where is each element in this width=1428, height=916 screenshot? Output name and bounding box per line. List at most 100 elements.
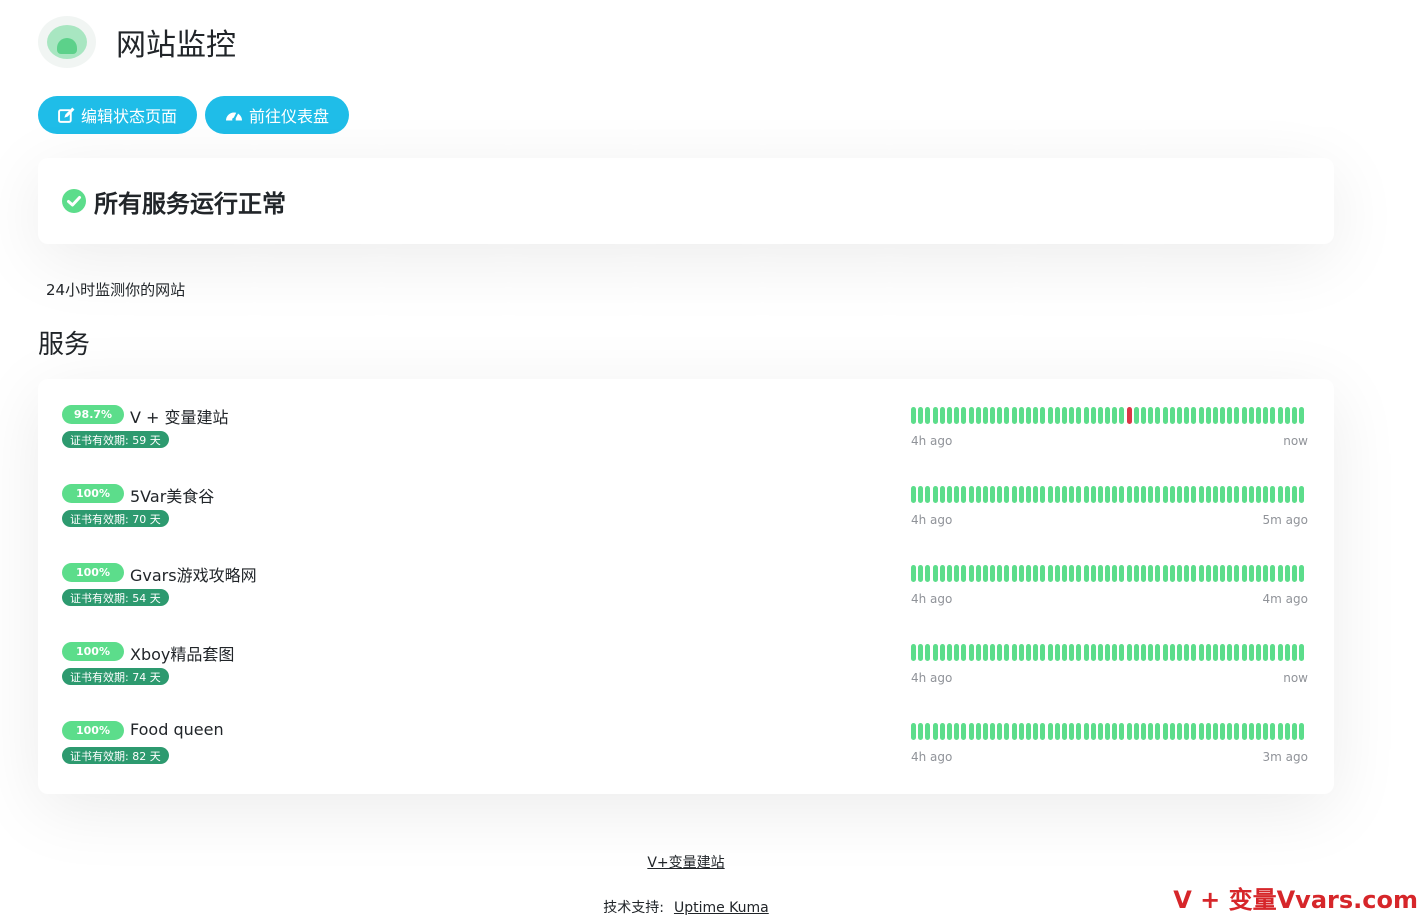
heartbeat-up[interactable] — [1018, 565, 1024, 582]
heartbeat-up[interactable] — [1184, 723, 1190, 740]
heartbeat-up[interactable] — [1162, 644, 1168, 661]
heartbeat-up[interactable] — [1241, 723, 1247, 740]
heartbeat-up[interactable] — [932, 407, 938, 424]
heartbeat-up[interactable] — [968, 486, 974, 503]
heartbeat-up[interactable] — [1047, 407, 1053, 424]
heartbeat-up[interactable] — [1011, 486, 1017, 503]
heartbeat-up[interactable] — [961, 407, 967, 424]
heartbeat-up[interactable] — [1198, 723, 1204, 740]
heartbeat-up[interactable] — [1227, 565, 1233, 582]
heartbeat-up[interactable] — [1191, 723, 1197, 740]
heartbeat-up[interactable] — [961, 723, 967, 740]
heartbeat-up[interactable] — [1090, 723, 1096, 740]
heartbeat-up[interactable] — [911, 486, 916, 503]
heartbeat-up[interactable] — [1169, 723, 1175, 740]
heartbeat-up[interactable] — [1069, 486, 1075, 503]
heartbeat-up[interactable] — [1277, 486, 1283, 503]
heartbeat-up[interactable] — [1263, 565, 1269, 582]
uptime-kuma-link[interactable]: Uptime Kuma — [674, 900, 769, 916]
heartbeat-up[interactable] — [1119, 644, 1125, 661]
heartbeat-up[interactable] — [1047, 565, 1053, 582]
heartbeat-up[interactable] — [997, 486, 1003, 503]
heartbeat-up[interactable] — [1248, 565, 1254, 582]
heartbeat-up[interactable] — [911, 407, 916, 424]
heartbeat-up[interactable] — [1198, 644, 1204, 661]
heartbeat-up[interactable] — [1169, 486, 1175, 503]
heartbeat-up[interactable] — [911, 723, 916, 740]
heartbeat-up[interactable] — [1033, 644, 1039, 661]
heartbeat-up[interactable] — [1018, 723, 1024, 740]
heartbeat-up[interactable] — [954, 486, 960, 503]
heartbeat-up[interactable] — [1234, 486, 1240, 503]
heartbeat-up[interactable] — [1291, 723, 1297, 740]
heartbeat-up[interactable] — [1097, 407, 1103, 424]
heartbeat-up[interactable] — [1040, 486, 1046, 503]
heartbeat-up[interactable] — [946, 723, 952, 740]
heartbeat-up[interactable] — [1220, 407, 1226, 424]
heartbeat-up[interactable] — [932, 486, 938, 503]
heartbeat-up[interactable] — [946, 644, 952, 661]
heartbeat-up[interactable] — [1284, 723, 1290, 740]
heartbeat-up[interactable] — [982, 407, 988, 424]
heartbeat-up[interactable] — [1083, 486, 1089, 503]
heartbeat-up[interactable] — [954, 644, 960, 661]
heartbeat-up[interactable] — [1054, 565, 1060, 582]
edit-status-page-button[interactable]: 编辑状态页面 — [38, 96, 198, 134]
heartbeat-up[interactable] — [1126, 644, 1132, 661]
heartbeat-up[interactable] — [1263, 407, 1269, 424]
heartbeat-up[interactable] — [1004, 407, 1010, 424]
heartbeat-up[interactable] — [925, 723, 931, 740]
heartbeat-up[interactable] — [1212, 644, 1218, 661]
heartbeat-up[interactable] — [1040, 644, 1046, 661]
heartbeat-up[interactable] — [1263, 723, 1269, 740]
heartbeat-up[interactable] — [997, 565, 1003, 582]
heartbeat-up[interactable] — [1220, 644, 1226, 661]
heartbeat-up[interactable] — [1191, 644, 1197, 661]
heartbeat-up[interactable] — [1205, 644, 1211, 661]
heartbeat-up[interactable] — [954, 407, 960, 424]
heartbeat-up[interactable] — [1097, 486, 1103, 503]
heartbeat-up[interactable] — [1220, 565, 1226, 582]
heartbeat-up[interactable] — [1119, 565, 1125, 582]
heartbeat-up[interactable] — [1069, 407, 1075, 424]
heartbeat-up[interactable] — [939, 723, 945, 740]
heartbeat-up[interactable] — [1026, 486, 1031, 503]
heartbeat-up[interactable] — [1162, 565, 1168, 582]
heartbeat-up[interactable] — [1097, 723, 1103, 740]
heartbeat-up[interactable] — [1169, 407, 1175, 424]
heartbeat-up[interactable] — [990, 486, 996, 503]
heartbeat-up[interactable] — [1112, 644, 1118, 661]
heartbeat-up[interactable] — [1299, 723, 1305, 740]
heartbeat-up[interactable] — [1270, 723, 1276, 740]
heartbeat-up[interactable] — [1205, 723, 1211, 740]
heartbeat-up[interactable] — [1169, 565, 1175, 582]
heartbeat-up[interactable] — [1212, 407, 1218, 424]
heartbeat-up[interactable] — [1184, 407, 1190, 424]
heartbeat-up[interactable] — [1184, 644, 1190, 661]
heartbeat-up[interactable] — [1119, 723, 1125, 740]
heartbeat-up[interactable] — [1011, 407, 1017, 424]
heartbeat-up[interactable] — [1256, 723, 1261, 740]
heartbeat-up[interactable] — [946, 565, 952, 582]
heartbeat-up[interactable] — [1220, 723, 1226, 740]
heartbeat-up[interactable] — [997, 723, 1003, 740]
heartbeat-up[interactable] — [1069, 565, 1075, 582]
heartbeat-up[interactable] — [1004, 723, 1010, 740]
heartbeat-up[interactable] — [1083, 565, 1089, 582]
heartbeat-up[interactable] — [1026, 565, 1031, 582]
heartbeat-up[interactable] — [1148, 723, 1154, 740]
heartbeat-up[interactable] — [975, 486, 981, 503]
heartbeat-up[interactable] — [1061, 407, 1067, 424]
heartbeat-up[interactable] — [911, 644, 916, 661]
heartbeat-up[interactable] — [1205, 565, 1211, 582]
heartbeat-up[interactable] — [1291, 486, 1297, 503]
heartbeat-up[interactable] — [1234, 723, 1240, 740]
heartbeat-up[interactable] — [946, 486, 952, 503]
heartbeat-up[interactable] — [1284, 407, 1290, 424]
heartbeat-up[interactable] — [1155, 486, 1161, 503]
heartbeat-up[interactable] — [1141, 407, 1146, 424]
heartbeat-up[interactable] — [1126, 723, 1132, 740]
heartbeat-up[interactable] — [997, 644, 1003, 661]
heartbeat-up[interactable] — [1018, 644, 1024, 661]
heartbeat-up[interactable] — [1097, 565, 1103, 582]
